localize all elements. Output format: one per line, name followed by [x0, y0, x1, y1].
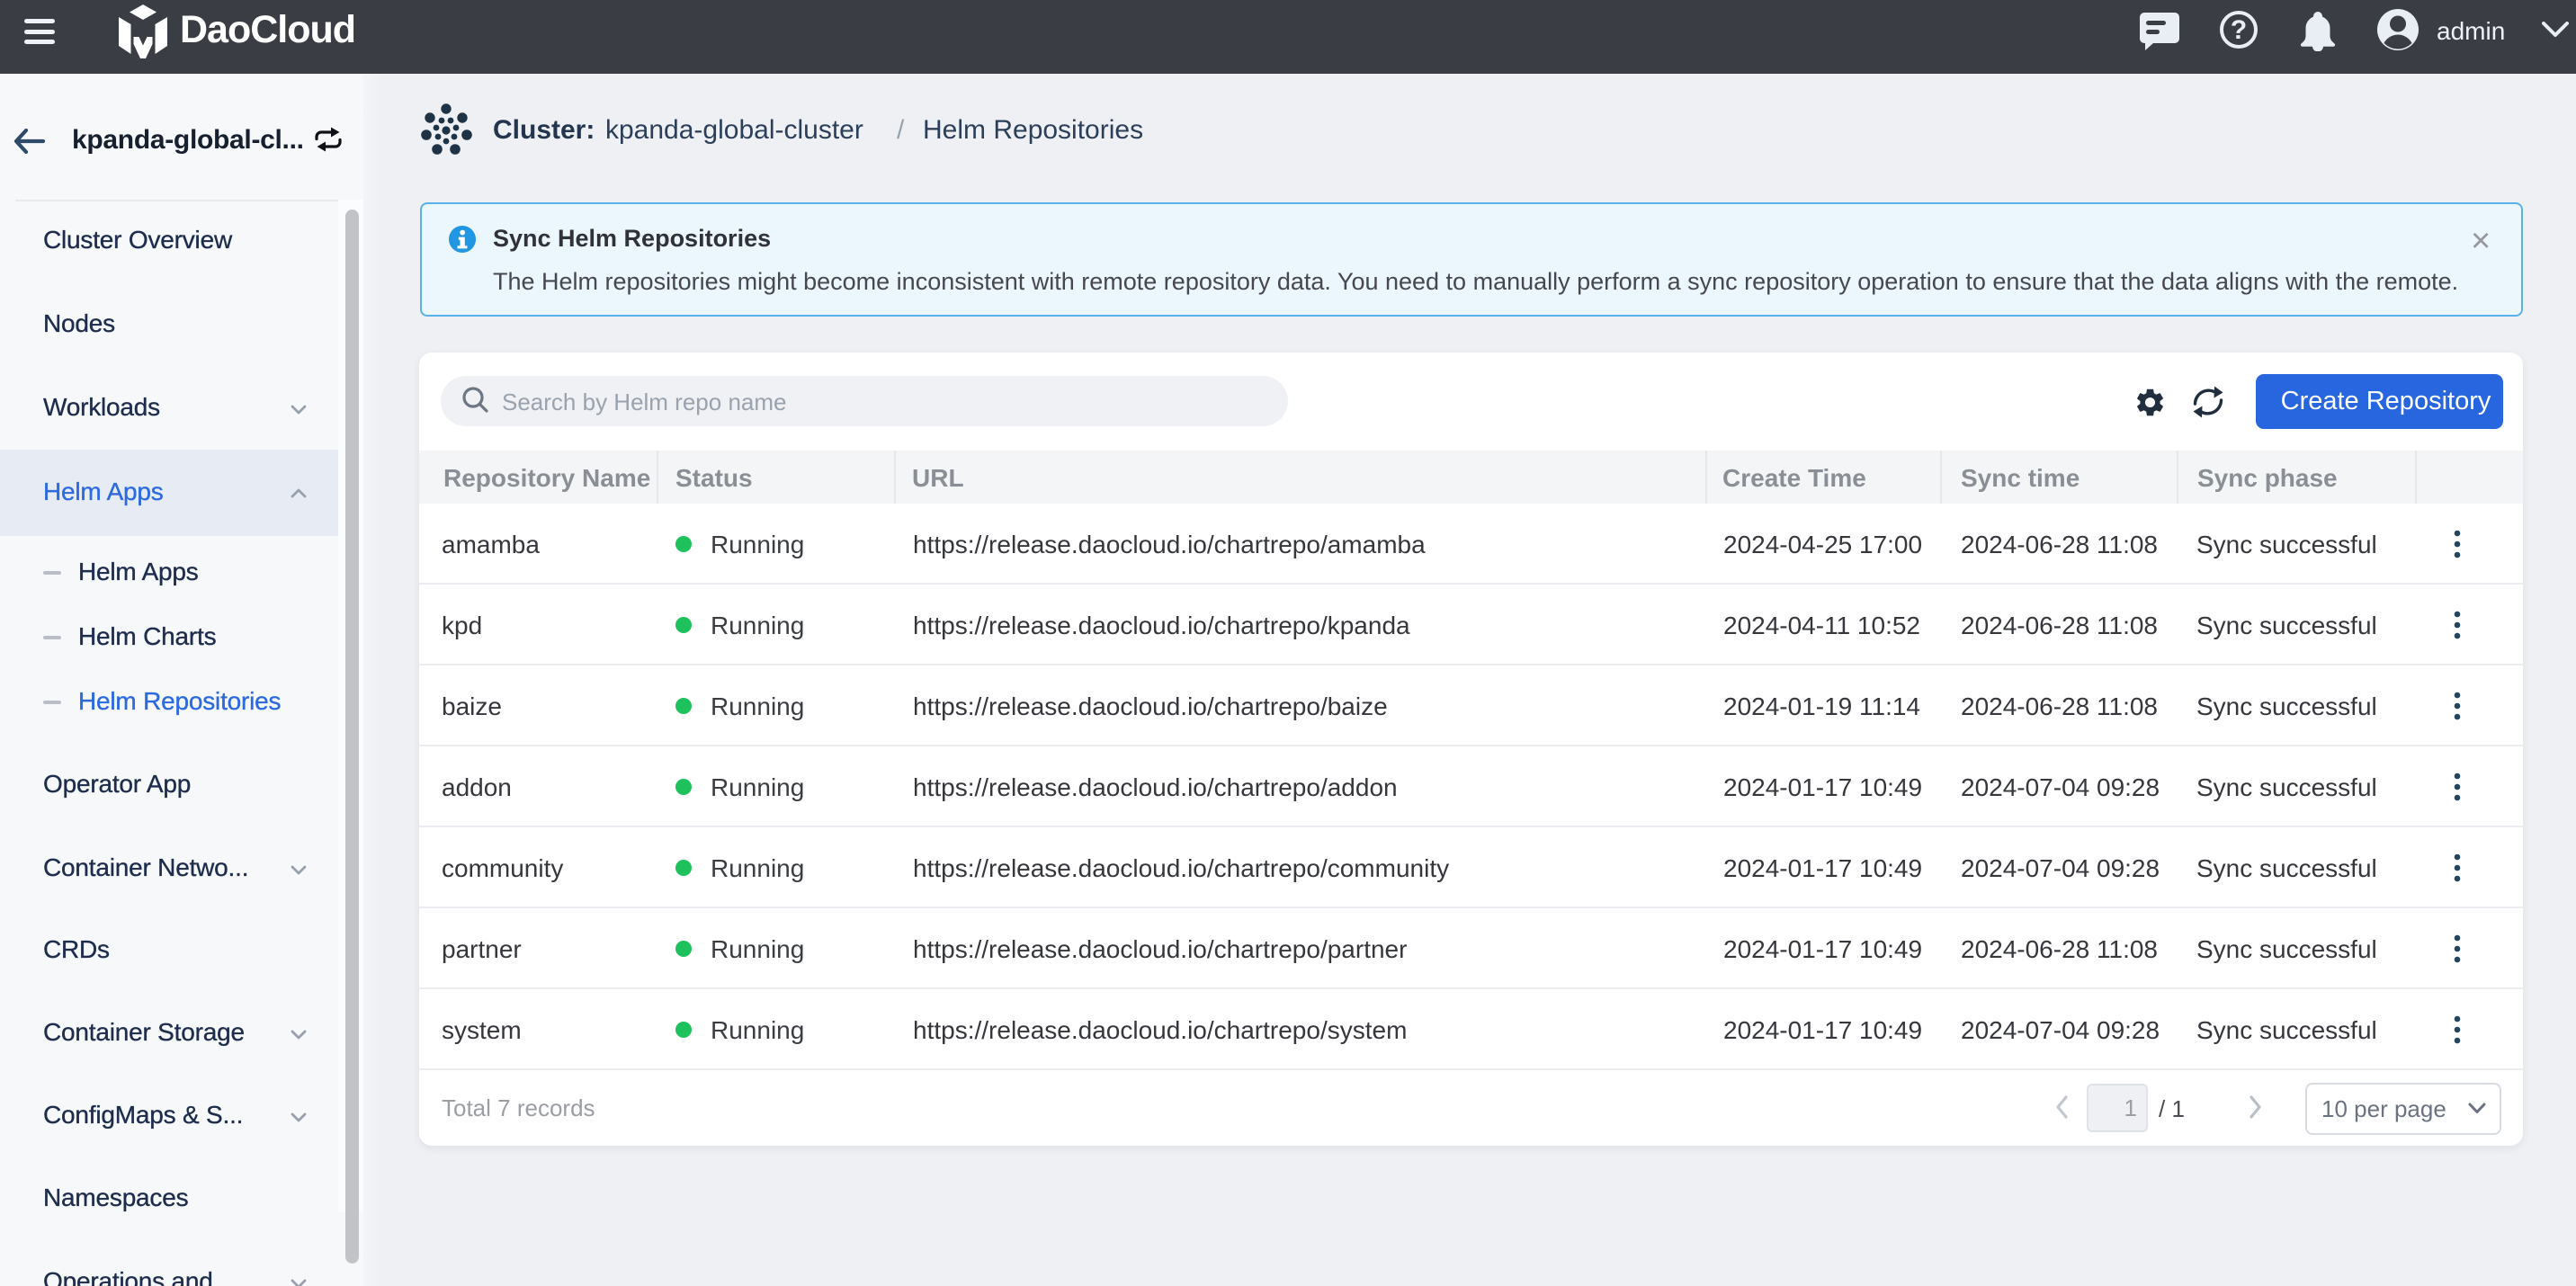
- svg-text:?: ?: [2231, 15, 2247, 45]
